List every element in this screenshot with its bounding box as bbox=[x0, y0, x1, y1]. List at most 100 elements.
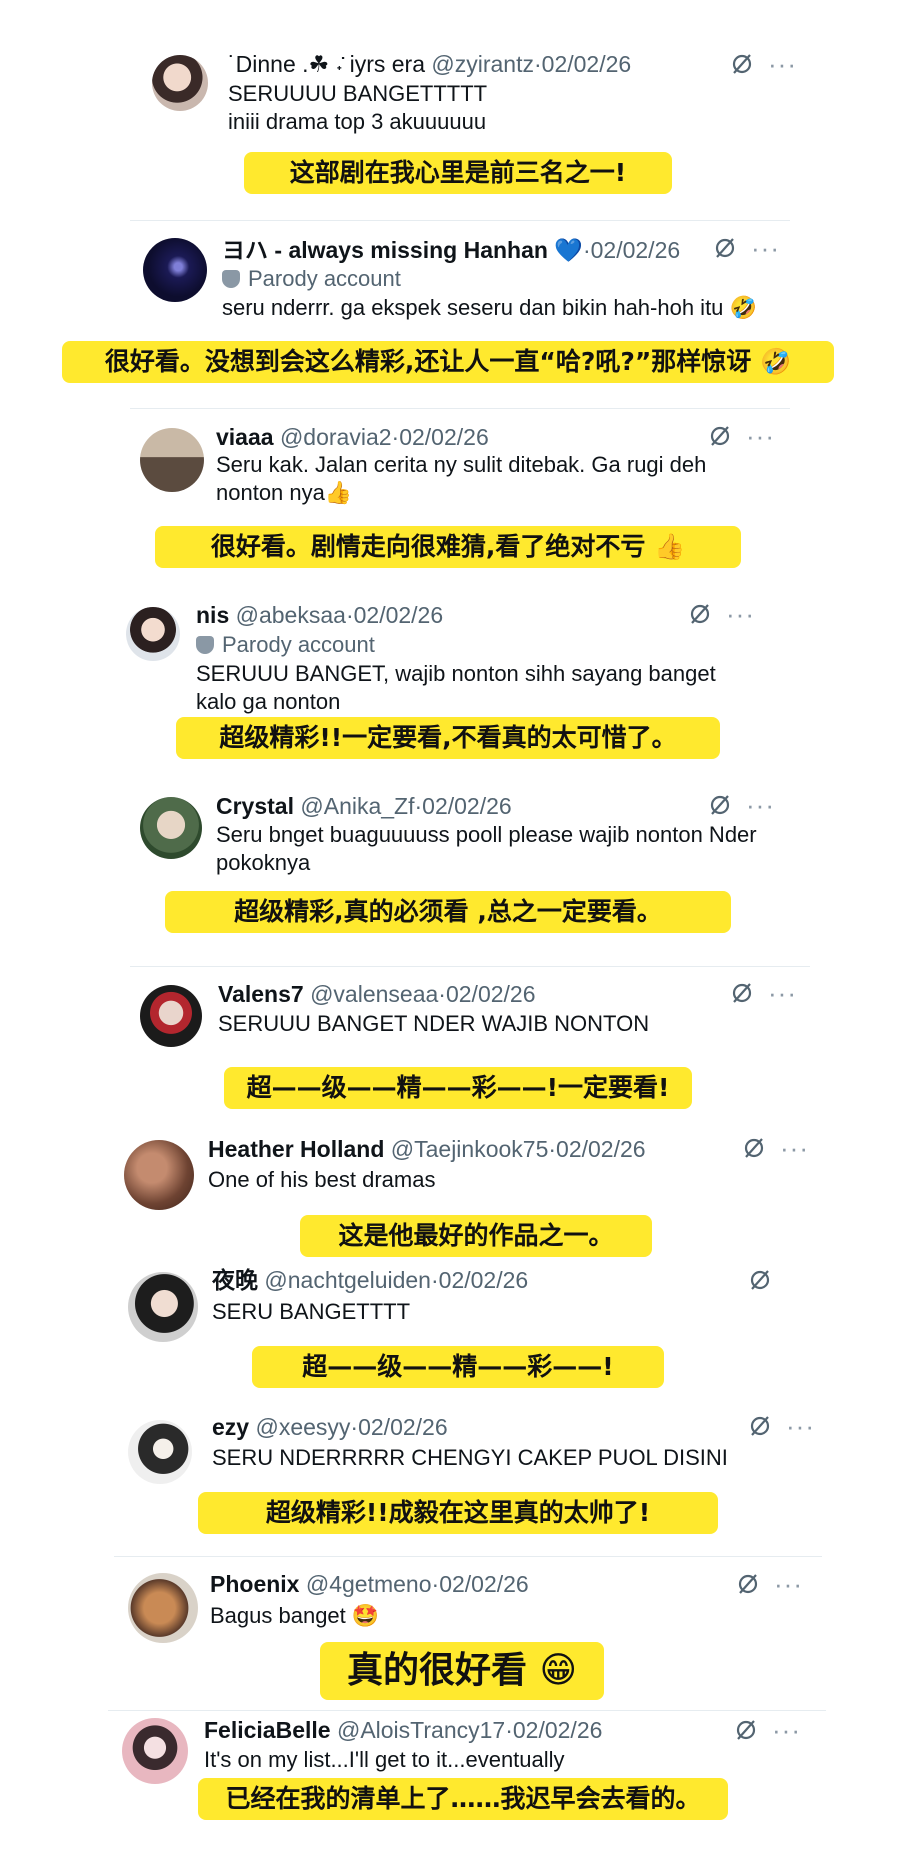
tweet-actions: ··· bbox=[748, 1413, 815, 1442]
tweet-date[interactable]: 02/02/26 bbox=[542, 51, 632, 77]
more-options-icon[interactable]: ··· bbox=[786, 1413, 815, 1439]
tweet-text: Seru kak. Jalan cerita ny sulit ditebak.… bbox=[216, 452, 707, 505]
tweet-actions: ··· bbox=[742, 1135, 809, 1164]
tweet-date[interactable]: 02/02/26 bbox=[446, 981, 536, 1007]
avatar[interactable] bbox=[128, 1573, 198, 1643]
more-options-icon[interactable]: ··· bbox=[768, 51, 797, 77]
translation-caption: 这是他最好的作品之一。 bbox=[300, 1215, 652, 1257]
tweet-date[interactable]: 02/02/26 bbox=[513, 1717, 603, 1743]
parody-text: Parody account bbox=[222, 632, 375, 657]
tweet-text: seru nderrr. ga ekspek seseru dan bikin … bbox=[222, 295, 757, 320]
more-options-icon[interactable]: ··· bbox=[751, 235, 780, 261]
grok-icon[interactable] bbox=[730, 981, 754, 1005]
author-name[interactable]: Crystal bbox=[216, 793, 294, 819]
tweet-date[interactable]: 02/02/26 bbox=[439, 1571, 529, 1597]
tweet-header: Valens7 @valenseaa·02/02/26 bbox=[218, 980, 536, 1008]
avatar[interactable] bbox=[126, 607, 180, 661]
grok-icon[interactable] bbox=[734, 1718, 758, 1742]
avatar[interactable] bbox=[128, 1420, 192, 1484]
grok-icon[interactable] bbox=[736, 1572, 760, 1596]
avatar[interactable] bbox=[140, 985, 202, 1047]
author-name[interactable]: 夜晚 bbox=[212, 1267, 258, 1293]
mask-icon bbox=[196, 636, 214, 654]
divider bbox=[108, 1710, 826, 1711]
tweet-actions: ··· bbox=[713, 235, 780, 264]
author-handle[interactable]: @Taejinkook75 bbox=[391, 1136, 549, 1162]
author-name[interactable]: ヨハ - always missing Hanhan 💙 bbox=[222, 237, 583, 263]
tweet-date[interactable]: 02/02/26 bbox=[439, 1267, 529, 1293]
avatar[interactable] bbox=[152, 55, 208, 111]
author-name[interactable]: FeliciaBelle bbox=[204, 1717, 331, 1743]
avatar[interactable] bbox=[140, 428, 204, 492]
author-name[interactable]: ˙Dinne .☘︎ ݁˖ iyrs era bbox=[228, 51, 425, 77]
tweet-header: Heather Holland @Taejinkook75·02/02/26 bbox=[208, 1135, 646, 1163]
author-handle[interactable]: @valenseaa bbox=[310, 981, 438, 1007]
tweet-date[interactable]: 02/02/26 bbox=[591, 237, 681, 263]
grok-icon[interactable] bbox=[742, 1136, 766, 1160]
separator-dot: · bbox=[350, 1414, 359, 1440]
tweet-header: 夜晚 @nachtgeluiden·02/02/26 bbox=[212, 1266, 528, 1294]
separator-dot: · bbox=[533, 51, 542, 77]
more-options-icon[interactable]: ··· bbox=[768, 980, 797, 1006]
grok-icon[interactable] bbox=[688, 602, 712, 626]
author-handle[interactable]: @4getmeno bbox=[306, 1571, 432, 1597]
avatar[interactable] bbox=[143, 238, 207, 302]
tweet-text: Seru bnget buaguuuuss pooll please wajib… bbox=[216, 822, 757, 875]
author-name[interactable]: nis bbox=[196, 602, 229, 628]
mask-icon bbox=[222, 270, 240, 288]
author-name[interactable]: Phoenix bbox=[210, 1571, 299, 1597]
author-handle[interactable]: @doravia2 bbox=[280, 424, 392, 450]
more-options-icon[interactable]: ··· bbox=[746, 792, 775, 818]
more-options-icon[interactable]: ··· bbox=[772, 1717, 801, 1743]
avatar[interactable] bbox=[128, 1272, 198, 1342]
author-handle[interactable]: @AloisTrancy17 bbox=[337, 1717, 505, 1743]
tweet-actions: ··· bbox=[730, 51, 797, 80]
separator-dot: · bbox=[345, 602, 354, 628]
separator-dot: · bbox=[582, 237, 591, 263]
tweet-text: SERU BANGETTTT bbox=[212, 1299, 411, 1324]
tweet-date[interactable]: 02/02/26 bbox=[556, 1136, 646, 1162]
divider bbox=[130, 966, 810, 967]
author-name[interactable]: Heather Holland bbox=[208, 1136, 384, 1162]
author-name[interactable]: viaaa bbox=[216, 424, 274, 450]
tweet-header: viaaa @doravia2·02/02/26 bbox=[216, 423, 489, 451]
author-handle[interactable]: @nachtgeluiden bbox=[264, 1267, 431, 1293]
tweet-text: SERUUUU BANGETTTTT iniii drama top 3 aku… bbox=[228, 81, 488, 134]
more-options-icon[interactable]: ··· bbox=[774, 1571, 803, 1597]
tweet-date[interactable]: 02/02/26 bbox=[358, 1414, 448, 1440]
tweet-header: ヨハ - always missing Hanhan 💙·02/02/26 bbox=[222, 236, 680, 264]
tweet-header: FeliciaBelle @AloisTrancy17·02/02/26 bbox=[204, 1716, 602, 1744]
grok-icon[interactable] bbox=[708, 424, 732, 448]
translation-caption: 超级精彩,真的必须看 ,总之一定要看。 bbox=[165, 891, 731, 933]
grok-icon[interactable] bbox=[730, 52, 754, 76]
tweet-text: SERUUU BANGET, wajib nonton sihh sayang … bbox=[196, 661, 716, 714]
tweet-date[interactable]: 02/02/26 bbox=[422, 793, 512, 819]
avatar[interactable] bbox=[124, 1140, 194, 1210]
tweet-text: It's on my list...I'll get to it...event… bbox=[204, 1747, 565, 1772]
translation-caption: 已经在我的清单上了……我迟早会去看的。 bbox=[198, 1778, 728, 1820]
tweet-actions: ··· bbox=[730, 980, 797, 1009]
avatar[interactable] bbox=[140, 797, 202, 859]
tweet-date[interactable]: 02/02/26 bbox=[399, 424, 489, 450]
author-name[interactable]: ezy bbox=[212, 1414, 249, 1440]
more-options-icon[interactable]: ··· bbox=[780, 1135, 809, 1161]
grok-icon[interactable] bbox=[713, 236, 737, 260]
tweet-date[interactable]: 02/02/26 bbox=[354, 602, 444, 628]
grok-icon[interactable] bbox=[748, 1414, 772, 1438]
translation-caption: 超——级——精——彩——!一定要看! bbox=[224, 1067, 692, 1109]
translation-caption: 这部剧在我心里是前三名之一! bbox=[244, 152, 672, 194]
more-options-icon[interactable]: ··· bbox=[726, 601, 755, 627]
author-handle[interactable]: @Anika_Zf bbox=[300, 793, 414, 819]
author-name[interactable]: Valens7 bbox=[218, 981, 304, 1007]
grok-icon[interactable] bbox=[748, 1268, 772, 1292]
more-options-icon[interactable]: ··· bbox=[746, 423, 775, 449]
author-handle[interactable]: @zyirantz bbox=[431, 51, 534, 77]
tweet-text: SERUUU BANGET NDER WAJIB NONTON bbox=[218, 1011, 650, 1036]
grok-icon[interactable] bbox=[708, 793, 732, 817]
author-handle[interactable]: @abeksaa bbox=[236, 602, 346, 628]
separator-dot: · bbox=[438, 981, 446, 1007]
translation-caption: 超级精彩!!成毅在这里真的太帅了! bbox=[198, 1492, 718, 1534]
avatar[interactable] bbox=[122, 1718, 188, 1784]
tweet-actions: ··· bbox=[688, 601, 755, 630]
author-handle[interactable]: @xeesyy bbox=[255, 1414, 350, 1440]
